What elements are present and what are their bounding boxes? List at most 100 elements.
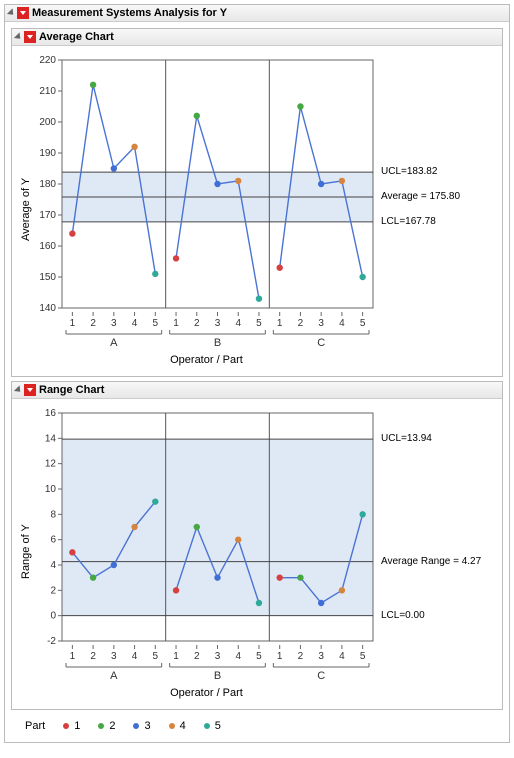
avg-annotations: UCL=183.82Average = 175.80LCL=167.78 xyxy=(379,52,489,312)
legend-dot-icon xyxy=(63,723,69,729)
svg-text:2: 2 xyxy=(194,651,200,662)
svg-text:4: 4 xyxy=(132,651,138,662)
svg-text:2: 2 xyxy=(298,318,304,329)
svg-text:200: 200 xyxy=(39,117,56,128)
svg-text:3: 3 xyxy=(215,651,221,662)
svg-text:5: 5 xyxy=(153,651,159,662)
range-title: Range Chart xyxy=(39,384,104,396)
legend: Part 1 2 3 4 5 xyxy=(11,714,503,732)
avg-header: Average Chart xyxy=(12,29,502,46)
svg-text:3: 3 xyxy=(111,318,117,329)
svg-text:-2: -2 xyxy=(47,636,56,645)
svg-text:0: 0 xyxy=(50,611,56,622)
svg-text:4: 4 xyxy=(235,318,241,329)
avg-title: Average Chart xyxy=(39,31,114,43)
svg-text:2: 2 xyxy=(90,651,96,662)
svg-text:160: 160 xyxy=(39,241,56,252)
svg-text:3: 3 xyxy=(318,318,324,329)
svg-text:180: 180 xyxy=(39,179,56,190)
legend-dot-icon xyxy=(169,723,175,729)
legend-item-2: 2 xyxy=(98,720,115,732)
svg-text:C: C xyxy=(317,337,325,349)
svg-text:2: 2 xyxy=(50,585,56,596)
avg-chart: 140150160170180190200210220 xyxy=(34,52,379,312)
legend-item-1: 1 xyxy=(63,720,80,732)
disclosure-icon[interactable] xyxy=(14,32,23,41)
range-annotations: UCL=13.94Average Range = 4.27LCL=0.00 xyxy=(379,405,489,645)
range-xlabel: Operator / Part xyxy=(34,687,379,699)
svg-text:12: 12 xyxy=(45,459,57,470)
range-xaxis: 12345A12345B12345C xyxy=(34,645,379,685)
svg-text:B: B xyxy=(214,670,221,682)
main-title: Measurement Systems Analysis for Y xyxy=(32,7,227,19)
legend-label: Part xyxy=(25,720,45,732)
svg-text:210: 210 xyxy=(39,86,56,97)
menu-icon[interactable] xyxy=(24,31,36,43)
svg-text:1: 1 xyxy=(277,651,283,662)
svg-text:170: 170 xyxy=(39,210,56,221)
svg-text:3: 3 xyxy=(215,318,221,329)
svg-text:16: 16 xyxy=(45,408,57,419)
legend-item-label: 5 xyxy=(215,720,221,732)
svg-text:A: A xyxy=(110,670,118,682)
legend-item-label: 2 xyxy=(109,720,115,732)
svg-text:6: 6 xyxy=(50,535,56,546)
menu-icon[interactable] xyxy=(17,7,29,19)
svg-text:3: 3 xyxy=(318,651,324,662)
svg-text:1: 1 xyxy=(70,651,76,662)
annotation-lcl: LCL=0.00 xyxy=(381,610,425,621)
svg-text:5: 5 xyxy=(256,318,262,329)
main-panel: Measurement Systems Analysis for Y Avera… xyxy=(4,4,510,743)
svg-text:5: 5 xyxy=(360,318,366,329)
avg-xlabel: Operator / Part xyxy=(34,354,379,366)
legend-dot-icon xyxy=(204,723,210,729)
legend-item-label: 4 xyxy=(180,720,186,732)
legend-item-5: 5 xyxy=(204,720,221,732)
legend-item-3: 3 xyxy=(133,720,150,732)
legend-dot-icon xyxy=(98,723,104,729)
menu-icon[interactable] xyxy=(24,384,36,396)
svg-text:5: 5 xyxy=(153,318,159,329)
disclosure-icon[interactable] xyxy=(14,385,23,394)
svg-text:14: 14 xyxy=(45,433,57,444)
svg-text:C: C xyxy=(317,670,325,682)
main-body: Average Chart Average of Y 1401501601701… xyxy=(5,22,509,742)
main-header: Measurement Systems Analysis for Y xyxy=(5,5,509,22)
svg-text:1: 1 xyxy=(173,651,179,662)
legend-item-label: 3 xyxy=(144,720,150,732)
annotation-lcl: LCL=167.78 xyxy=(381,216,436,227)
svg-text:A: A xyxy=(110,337,118,349)
annotation-center: Average = 175.80 xyxy=(381,191,460,202)
svg-text:5: 5 xyxy=(360,651,366,662)
svg-text:1: 1 xyxy=(277,318,283,329)
legend-item-label: 1 xyxy=(74,720,80,732)
svg-text:4: 4 xyxy=(50,560,56,571)
svg-text:8: 8 xyxy=(50,509,56,520)
avg-ylabel: Average of Y xyxy=(18,52,34,366)
svg-text:2: 2 xyxy=(298,651,304,662)
annotation-center: Average Range = 4.27 xyxy=(381,556,481,567)
legend-item-4: 4 xyxy=(169,720,186,732)
legend-dot-icon xyxy=(133,723,139,729)
svg-text:220: 220 xyxy=(39,55,56,66)
svg-text:150: 150 xyxy=(39,272,56,283)
avg-xaxis: 1 2 3 4 5 A 1 2 3 4 5 B 1 2 3 4 5 C xyxy=(34,312,379,352)
range-chart: -2 0 2 4 6 8 10 12 14 16 xyxy=(34,405,379,645)
svg-text:4: 4 xyxy=(132,318,138,329)
svg-text:2: 2 xyxy=(90,318,96,329)
svg-text:1: 1 xyxy=(70,318,76,329)
avg-panel: Average Chart Average of Y 140 150 160 170 1… xyxy=(11,28,503,377)
svg-text:4: 4 xyxy=(235,651,241,662)
disclosure-icon[interactable] xyxy=(7,8,16,17)
range-header: Range Chart xyxy=(12,382,502,399)
svg-text:2: 2 xyxy=(194,318,200,329)
range-panel: Range Chart Range of Y -20246810121416 1… xyxy=(11,381,503,710)
svg-text:4: 4 xyxy=(339,318,345,329)
svg-text:3: 3 xyxy=(111,651,117,662)
range-ylabel: Range of Y xyxy=(18,405,34,699)
svg-text:10: 10 xyxy=(45,484,57,495)
svg-text:1: 1 xyxy=(173,318,179,329)
svg-text:B: B xyxy=(214,337,221,349)
svg-text:5: 5 xyxy=(256,651,262,662)
svg-text:140: 140 xyxy=(39,303,56,312)
